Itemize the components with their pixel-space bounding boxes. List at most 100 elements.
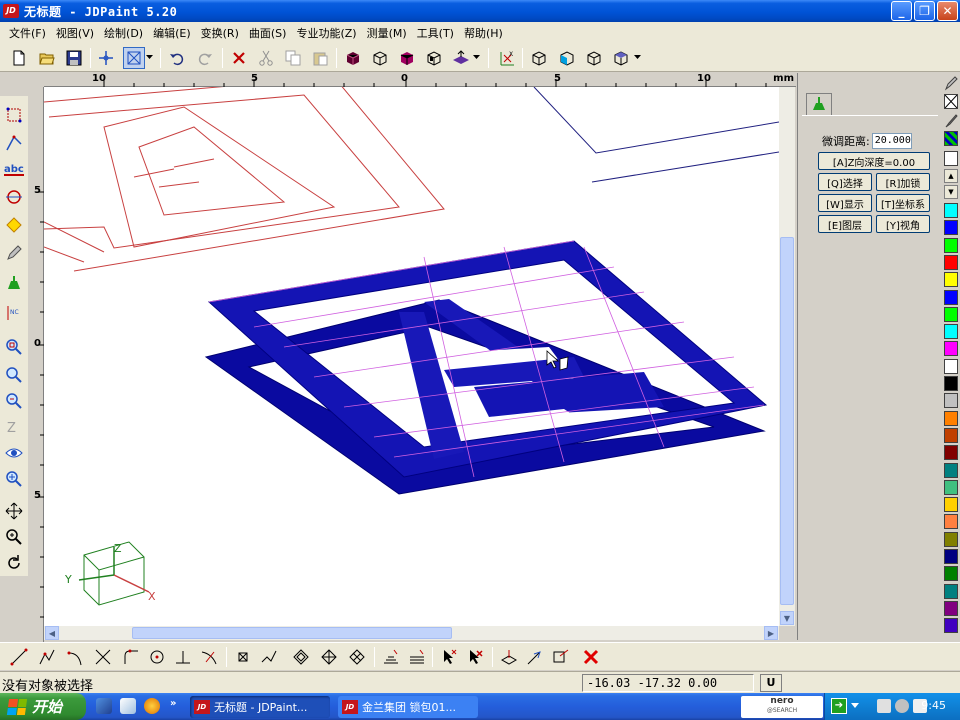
polyline-tool-icon[interactable] — [36, 646, 58, 668]
circle-edit-icon[interactable] — [146, 646, 168, 668]
tangent-icon[interactable] — [198, 646, 220, 668]
pencil-tool-icon[interactable] — [3, 242, 25, 264]
shaded-view-icon[interactable] — [342, 47, 364, 69]
start-button[interactable]: 开始 — [0, 693, 86, 720]
paste-icon[interactable] — [309, 47, 331, 69]
zoom-window-icon[interactable] — [3, 336, 25, 358]
menu-transform[interactable]: 变换(R) — [196, 25, 244, 41]
arc-tool-icon[interactable] — [64, 646, 86, 668]
pick-point-icon[interactable] — [3, 132, 25, 154]
text-tool-icon[interactable]: abc — [3, 160, 25, 182]
menu-help[interactable]: 帮助(H) — [459, 25, 508, 41]
color-swatch[interactable] — [944, 531, 958, 547]
media-player-icon[interactable] — [144, 698, 160, 714]
app-logo-icon[interactable]: JD — [3, 4, 19, 18]
color-swatch[interactable] — [944, 427, 958, 443]
display-button[interactable]: [W]显示 — [818, 194, 872, 212]
menu-measure[interactable]: 测量(M) — [362, 25, 412, 41]
pencil-color-icon[interactable] — [944, 75, 958, 91]
lock-button[interactable]: [R]加锁 — [876, 173, 930, 191]
circle-tool-icon[interactable] — [3, 186, 25, 208]
color-swatch[interactable] — [944, 220, 958, 236]
measure-tool-icon[interactable]: NC — [3, 302, 25, 324]
menu-draw[interactable]: 绘制(D) — [99, 25, 148, 41]
render-view-icon[interactable] — [396, 47, 418, 69]
minimize-button[interactable]: _ — [891, 1, 912, 21]
color-swatch[interactable] — [944, 549, 958, 564]
no-color-icon[interactable] — [944, 94, 958, 109]
color-swatch[interactable] — [944, 237, 958, 253]
fine-tune-input[interactable]: 20.000 — [871, 133, 912, 149]
iso-view-icon[interactable] — [528, 47, 550, 69]
z-depth-button[interactable]: [A]Z向深度=0.00 — [818, 152, 930, 170]
view-dropdown-chevron-down-icon[interactable] — [633, 47, 643, 69]
cut-icon[interactable] — [255, 47, 277, 69]
vertical-scrollbar[interactable]: ▼ — [779, 87, 795, 626]
surface-dropdown-chevron-down-icon[interactable] — [472, 47, 482, 69]
close-button[interactable]: ✕ — [937, 1, 958, 21]
undo-icon[interactable] — [166, 47, 188, 69]
zoom-all-icon[interactable] — [3, 468, 25, 490]
pattern-swatch-icon[interactable] — [944, 131, 958, 146]
cancel-operation-icon[interactable] — [580, 646, 602, 668]
color-swatch[interactable] — [944, 479, 958, 495]
zoom-previous-icon[interactable]: Z — [3, 416, 25, 438]
layer-button[interactable]: [E]图层 — [818, 215, 872, 233]
menu-pro-functions[interactable]: 专业功能(Z) — [291, 25, 361, 41]
trim-tool-icon[interactable] — [92, 646, 114, 668]
color-swatch[interactable] — [944, 376, 958, 391]
view-eye-icon[interactable] — [3, 442, 25, 464]
color-swatch[interactable] — [944, 497, 958, 513]
tray-chevron-down-icon[interactable] — [851, 703, 859, 708]
point-select-icon[interactable] — [438, 646, 460, 668]
palette-scroll-down-icon[interactable]: ▼ — [944, 185, 958, 199]
polygon-tool-icon[interactable] — [3, 214, 25, 236]
color-swatch[interactable] — [944, 324, 958, 340]
vertical-scroll-thumb[interactable] — [780, 237, 794, 605]
quicklaunch-more-icon[interactable]: » — [170, 698, 176, 709]
fillet-tool-icon[interactable] — [120, 646, 142, 668]
color-swatch[interactable] — [944, 583, 958, 599]
nero-search-box[interactable]: nero @SEARCH — [741, 696, 823, 718]
color-swatch[interactable] — [944, 393, 958, 409]
align-bottom-icon[interactable] — [380, 646, 402, 668]
drawing-canvas[interactable]: Z X Y — [44, 87, 779, 626]
color-swatch[interactable] — [944, 566, 958, 582]
copy-icon[interactable] — [282, 47, 304, 69]
color-swatch[interactable] — [944, 358, 958, 374]
wireframe-view-icon[interactable] — [369, 47, 391, 69]
surface-tool-icon[interactable] — [3, 272, 25, 294]
new-icon[interactable] — [8, 47, 30, 69]
surface-project-icon[interactable] — [524, 646, 546, 668]
show-desktop-icon[interactable] — [96, 698, 112, 714]
select-dropdown-chevron-down-icon[interactable] — [145, 47, 155, 69]
snap-icon[interactable] — [95, 47, 117, 69]
taskbar-clock[interactable]: 9:45 — [921, 699, 946, 712]
horizontal-scrollbar[interactable]: ◀ ▶ — [44, 626, 779, 640]
horizontal-scroll-thumb[interactable] — [132, 627, 452, 639]
scroll-left-arrow-icon[interactable]: ◀ — [45, 626, 59, 640]
zoom-in-icon[interactable] — [3, 364, 25, 386]
color-swatch[interactable] — [944, 514, 958, 530]
front-view-icon[interactable] — [556, 47, 578, 69]
rect-select-icon[interactable] — [3, 104, 25, 126]
color-swatch[interactable] — [944, 462, 958, 478]
side-view-icon[interactable] — [583, 47, 605, 69]
taskbar-item-jdpaint[interactable]: JD 无标题 - JDPaint... — [190, 696, 330, 718]
menu-tools[interactable]: 工具(T) — [412, 25, 459, 41]
color-swatch[interactable] — [944, 618, 958, 634]
color-swatch[interactable] — [944, 445, 958, 461]
color-swatch[interactable] — [944, 272, 958, 288]
zoom-out-icon[interactable] — [3, 390, 25, 412]
redo-icon[interactable] — [194, 47, 216, 69]
save-icon[interactable] — [63, 47, 85, 69]
line-tool-icon[interactable] — [8, 646, 30, 668]
palette-scroll-up-icon[interactable]: ▲ — [944, 169, 958, 183]
axis-icon[interactable]: X — [496, 47, 518, 69]
surface-grid-icon[interactable] — [498, 646, 520, 668]
select-box-icon[interactable] — [123, 47, 145, 69]
panel-tab-surface[interactable] — [806, 93, 832, 115]
align-top-icon[interactable] — [406, 646, 428, 668]
delete-icon[interactable] — [228, 47, 250, 69]
render-box-icon[interactable] — [423, 47, 445, 69]
